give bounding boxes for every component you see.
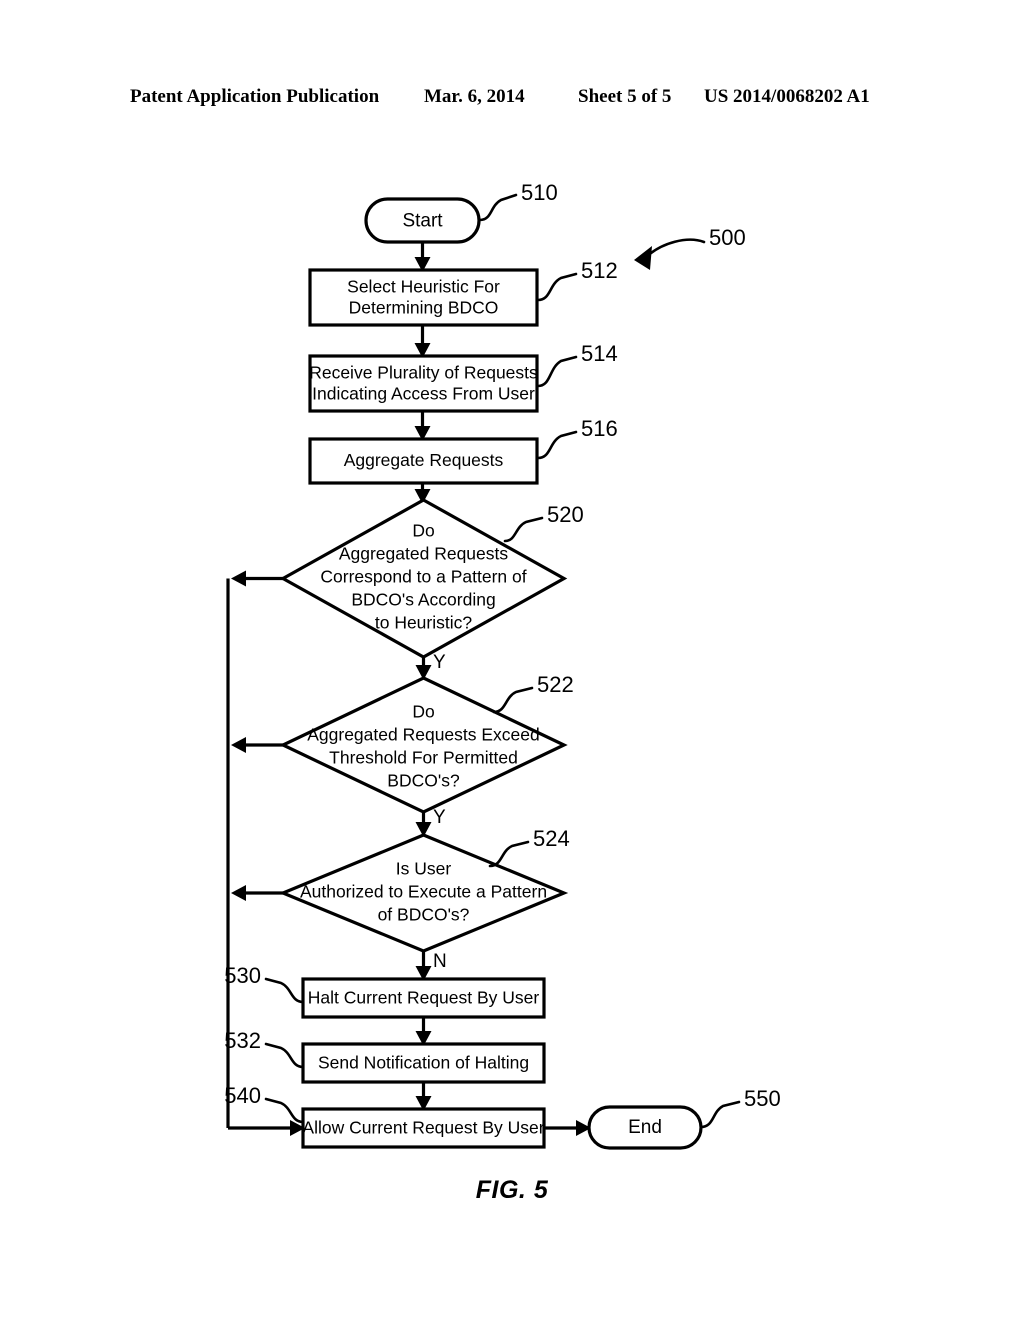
decision-522-shape <box>279 676 568 814</box>
process-532-line-1: Send Notification of Halting <box>318 1053 529 1073</box>
diagram-ref-500: 500 <box>634 225 746 270</box>
ref-number-550: 550 <box>744 1086 781 1111</box>
ref-number-530: 530 <box>224 963 261 988</box>
decision-522-line-4: BDCO's? <box>387 771 460 791</box>
ref-number-516: 516 <box>581 416 618 441</box>
lead-line-510 <box>478 193 518 222</box>
decision-522-line-3: Threshold For Permitted <box>329 748 518 768</box>
header-date: Mar. 6, 2014 <box>424 86 525 107</box>
ref-number-500: 500 <box>709 225 746 250</box>
process-514-line-2: Indicating Access From User <box>312 384 535 404</box>
connector-530-532 <box>415 1017 432 1046</box>
branch-label-524-no: N <box>433 951 447 972</box>
process-512-line-1: Select Heuristic For <box>347 277 500 297</box>
decision-520-line-4: BDCO's According <box>351 590 495 610</box>
ref-number-520: 520 <box>547 502 584 527</box>
lead-line-550 <box>699 1100 741 1129</box>
ref-number-514: 514 <box>581 341 618 366</box>
branch-label-522-yes: Y <box>433 807 446 828</box>
connector-512-514 <box>414 325 431 358</box>
node-decision-522: Do Aggregated Requests Exceed Threshold … <box>279 672 574 814</box>
node-process-514: Receive Plurality of Requests Indicating… <box>308 341 618 413</box>
connector-532-540 <box>415 1082 432 1111</box>
process-516-line-1: Aggregate Requests <box>344 450 504 470</box>
node-process-530: Halt Current Request By User 530 <box>224 963 546 1019</box>
connector-510-512 <box>414 242 431 272</box>
connector-524-530: N <box>415 951 447 981</box>
decision-522-line-2: Aggregated Requests Exceed <box>307 725 540 745</box>
decision-520-line-1: Do <box>412 521 434 541</box>
lead-line-530 <box>264 977 305 1004</box>
lead-line-512 <box>536 272 578 302</box>
lead-line-522 <box>492 686 534 714</box>
lead-line-540 <box>264 1097 305 1124</box>
node-start-510: Start 510 <box>364 180 558 244</box>
decision-520-line-3: Correspond to a Pattern of <box>320 567 526 587</box>
page-header: Patent Application Publication Mar. 6, 2… <box>0 86 1024 112</box>
lead-line-520 <box>503 516 544 543</box>
process-514-line-1: Receive Plurality of Requests <box>309 363 538 383</box>
ref-number-532: 532 <box>224 1028 261 1053</box>
decision-524-line-3: of BDCO's? <box>378 905 470 925</box>
node-process-532: Send Notification of Halting 532 <box>224 1028 546 1084</box>
figure-caption: FIG. 5 <box>475 1176 549 1204</box>
lead-line-500 <box>643 238 706 260</box>
start-terminator-label: Start <box>402 211 443 232</box>
decision-522-line-1: Do <box>412 702 434 722</box>
ref-number-524: 524 <box>533 826 570 851</box>
process-512-line-2: Determining BDCO <box>349 298 499 318</box>
decision-520-line-2: Aggregated Requests <box>339 544 509 564</box>
process-530-line-1: Halt Current Request By User <box>308 988 540 1008</box>
node-end-550: End 550 <box>587 1086 781 1150</box>
header-publication: Patent Application Publication <box>130 86 380 107</box>
node-process-516: Aggregate Requests 516 <box>308 416 618 485</box>
lead-line-532 <box>264 1042 305 1069</box>
patent-page: Patent Application Publication Mar. 6, 2… <box>0 0 1024 1320</box>
node-process-512: Select Heuristic For Determining BDCO 51… <box>308 258 618 327</box>
lead-line-524 <box>488 840 530 868</box>
decision-524-line-1: Is User <box>396 859 452 879</box>
flowchart-figure: Start 510 500 Select Heuristic For Deter… <box>0 150 1024 1160</box>
branch-label-520-yes: Y <box>433 652 446 673</box>
end-terminator-label: End <box>628 1117 662 1138</box>
decision-524-line-2: Authorized to Execute a Pattern <box>300 882 547 902</box>
arrowhead-500-icon <box>634 246 652 270</box>
node-decision-520: Do Aggregated Requests Correspond to a P… <box>279 498 584 659</box>
header-patent-number: US 2014/0068202 A1 <box>704 86 870 107</box>
header-sheet: Sheet 5 of 5 <box>578 86 672 107</box>
node-decision-524: Is User Authorized to Execute a Pattern … <box>278 826 570 953</box>
connector-514-516 <box>414 411 431 441</box>
ref-number-540: 540 <box>224 1083 261 1108</box>
connector-540-550 <box>544 1120 591 1136</box>
lead-line-516 <box>536 430 578 460</box>
decision-520-line-5: to Heuristic? <box>375 613 473 633</box>
ref-number-510: 510 <box>521 180 558 205</box>
process-540-line-1: Allow Current Request By User <box>302 1118 544 1138</box>
node-process-540: Allow Current Request By User 540 <box>224 1083 546 1149</box>
ref-number-522: 522 <box>537 672 574 697</box>
ref-number-512: 512 <box>581 258 618 283</box>
lead-line-514 <box>536 355 578 388</box>
